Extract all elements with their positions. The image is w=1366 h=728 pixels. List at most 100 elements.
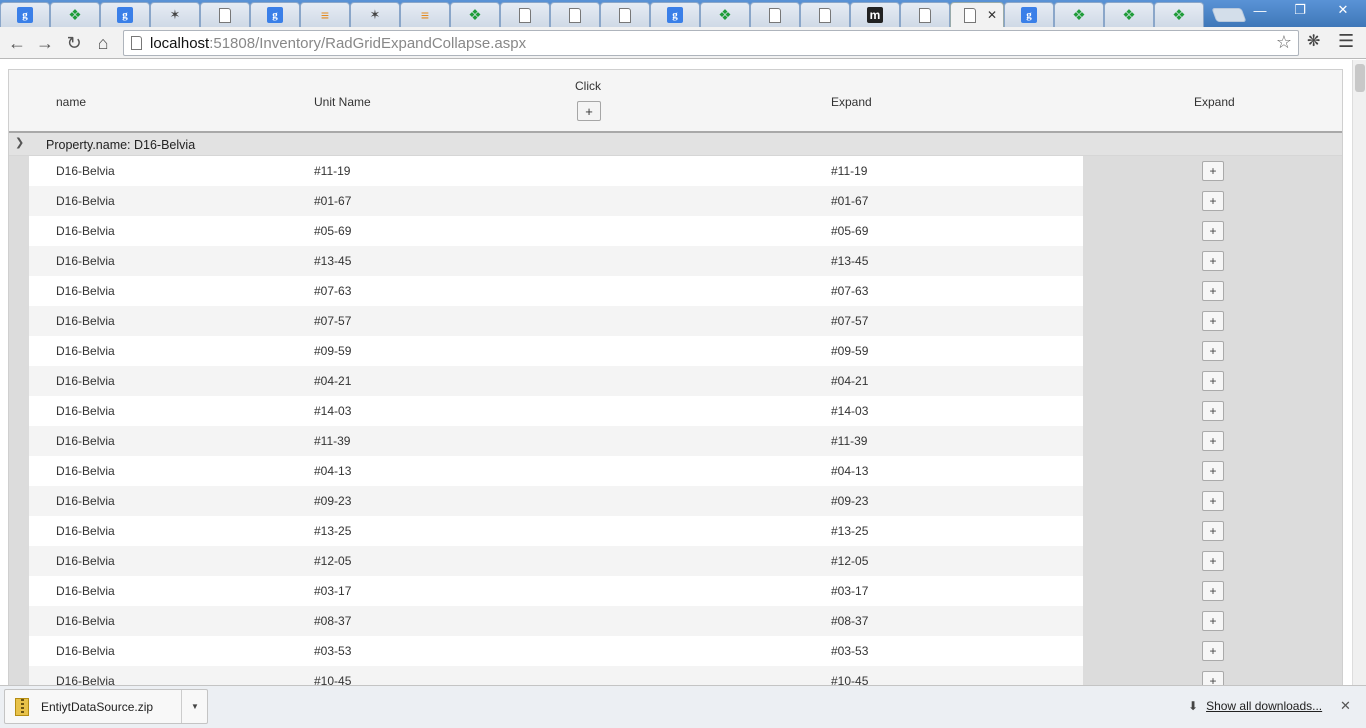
close-tab-icon[interactable]: ✕ [987,8,997,22]
browser-tab[interactable]: g [100,2,150,27]
table-row[interactable]: D16-Belvia #04-21 #04-21 + [9,366,1342,396]
browser-tab[interactable] [750,2,800,27]
browser-tab[interactable] [600,2,650,27]
browser-tab[interactable]: g [1004,2,1054,27]
table-row[interactable]: D16-Belvia #12-05 #12-05 + [9,546,1342,576]
table-row[interactable]: D16-Belvia #11-19 #11-19 + [9,156,1342,186]
table-row[interactable]: D16-Belvia #09-59 #09-59 + [9,336,1342,366]
browser-tab[interactable]: ❖ [700,2,750,27]
table-row[interactable]: D16-Belvia #08-37 #08-37 + [9,606,1342,636]
header-expand[interactable]: Expand [831,95,872,109]
grid-rows: D16-Belvia #11-19 #11-19 + D16-Belvia #01-67 #… [9,156,1342,685]
row-expand-button[interactable]: + [1202,641,1224,661]
browser-tab[interactable] [800,2,850,27]
row-expand-button[interactable]: + [1202,671,1224,685]
cell-name: D16-Belvia [56,194,115,208]
browser-tab[interactable]: ❖ [1054,2,1104,27]
cell-name: D16-Belvia [56,224,115,238]
browser-tab[interactable]: ✶ [150,2,200,27]
forward-icon[interactable]: → [33,31,57,55]
browser-tab[interactable]: ≡ [400,2,450,27]
download-options-chevron-icon[interactable]: ▼ [181,690,208,723]
row-cells: D16-Belvia #03-17 #03-17 [29,576,1083,606]
vertical-scrollbar[interactable] [1352,60,1366,685]
row-expand-button[interactable]: + [1202,221,1224,241]
browser-tab[interactable] [900,2,950,27]
table-row[interactable]: D16-Belvia #13-45 #13-45 + [9,246,1342,276]
row-expand-button[interactable]: + [1202,341,1224,361]
row-expand-button[interactable]: + [1202,311,1224,331]
table-row[interactable]: D16-Belvia #03-17 #03-17 + [9,576,1342,606]
row-expand-button[interactable]: + [1202,491,1224,511]
table-row[interactable]: D16-Belvia #13-25 #13-25 + [9,516,1342,546]
table-row[interactable]: D16-Belvia #09-23 #09-23 + [9,486,1342,516]
row-expand-button[interactable]: + [1202,431,1224,451]
group-header[interactable]: ❯ Property.name: D16-Belvia [9,133,1342,156]
row-expand-button[interactable]: + [1202,401,1224,421]
table-row[interactable]: D16-Belvia #04-13 #04-13 + [9,456,1342,486]
browser-tab[interactable]: ✶ [350,2,400,27]
minimize-button[interactable]: — [1240,0,1280,20]
chevron-down-icon[interactable]: ❯ [15,136,24,149]
row-expand-button[interactable]: + [1202,581,1224,601]
doc-favicon-icon [219,7,231,23]
browser-tab[interactable]: ✕ [950,2,1004,27]
browser-tab[interactable]: ≡ [300,2,350,27]
row-expand-button[interactable]: + [1202,191,1224,211]
cell-unit-name: #09-59 [314,344,352,358]
header-expand-2[interactable]: Expand [1194,95,1235,109]
doc-favicon-icon [919,7,931,23]
browser-tab[interactable]: g [650,2,700,27]
home-icon[interactable]: ⌂ [91,31,115,55]
close-window-button[interactable]: ✕ [1320,0,1366,20]
cell-unit-name: #11-19 [314,164,351,178]
row-expand-button[interactable]: + [1202,371,1224,391]
table-row[interactable]: D16-Belvia #03-53 #03-53 + [9,636,1342,666]
nav-favicon-icon: ✶ [169,7,181,22]
row-expand-button[interactable]: + [1202,521,1224,541]
browser-tab[interactable] [550,2,600,27]
row-expand-button[interactable]: + [1202,161,1224,181]
back-icon[interactable]: ← [5,31,29,55]
address-bar[interactable]: localhost:51808/Inventory/RadGridExpandC… [123,30,1299,56]
restore-button[interactable]: ❐ [1280,0,1320,20]
row-expand-button[interactable]: + [1202,611,1224,631]
header-unit-name[interactable]: Unit Name [314,95,371,109]
browser-tab[interactable]: ❖ [1154,2,1204,27]
doc-favicon-icon [769,7,781,23]
table-row[interactable]: D16-Belvia #07-57 #07-57 + [9,306,1342,336]
extension-icon[interactable]: ❋ [1307,31,1320,51]
expand-all-button[interactable]: + [577,101,601,121]
cell-name: D16-Belvia [56,314,115,328]
browser-tab[interactable] [200,2,250,27]
browser-tab[interactable]: g [250,2,300,27]
row-cells: D16-Belvia #01-67 #01-67 [29,186,1083,216]
browser-tab[interactable]: m [850,2,900,27]
row-expand-button[interactable]: + [1202,551,1224,571]
cell-unit-name: #04-13 [314,464,352,478]
browser-tab[interactable]: g [0,2,50,27]
show-all-downloads[interactable]: ⬇ Show all downloads... [1188,699,1322,713]
scrollbar-thumb[interactable] [1355,64,1365,92]
cell-unit-name: #03-53 [314,644,352,658]
row-expand-button[interactable]: + [1202,281,1224,301]
row-expand-button[interactable]: + [1202,461,1224,481]
download-item[interactable]: EntiytDataSource.zip ▼ [4,689,208,724]
browser-tab[interactable]: ❖ [450,2,500,27]
reload-icon[interactable]: ↻ [62,31,86,55]
row-expand-button[interactable]: + [1202,251,1224,271]
table-row[interactable]: D16-Belvia #11-39 #11-39 + [9,426,1342,456]
show-all-downloads-link[interactable]: Show all downloads... [1206,699,1322,713]
table-row[interactable]: D16-Belvia #01-67 #01-67 + [9,186,1342,216]
table-row[interactable]: D16-Belvia #10-45 #10-45 + [9,666,1342,685]
table-row[interactable]: D16-Belvia #14-03 #14-03 + [9,396,1342,426]
bookmark-star-icon[interactable]: ☆ [1276,32,1292,53]
menu-icon[interactable]: ☰ [1338,31,1354,52]
browser-tab[interactable]: ❖ [50,2,100,27]
browser-tab[interactable]: ❖ [1104,2,1154,27]
header-name[interactable]: name [56,95,86,109]
table-row[interactable]: D16-Belvia #07-63 #07-63 + [9,276,1342,306]
table-row[interactable]: D16-Belvia #05-69 #05-69 + [9,216,1342,246]
close-shelf-icon[interactable]: ✕ [1340,698,1351,714]
browser-tab[interactable] [500,2,550,27]
